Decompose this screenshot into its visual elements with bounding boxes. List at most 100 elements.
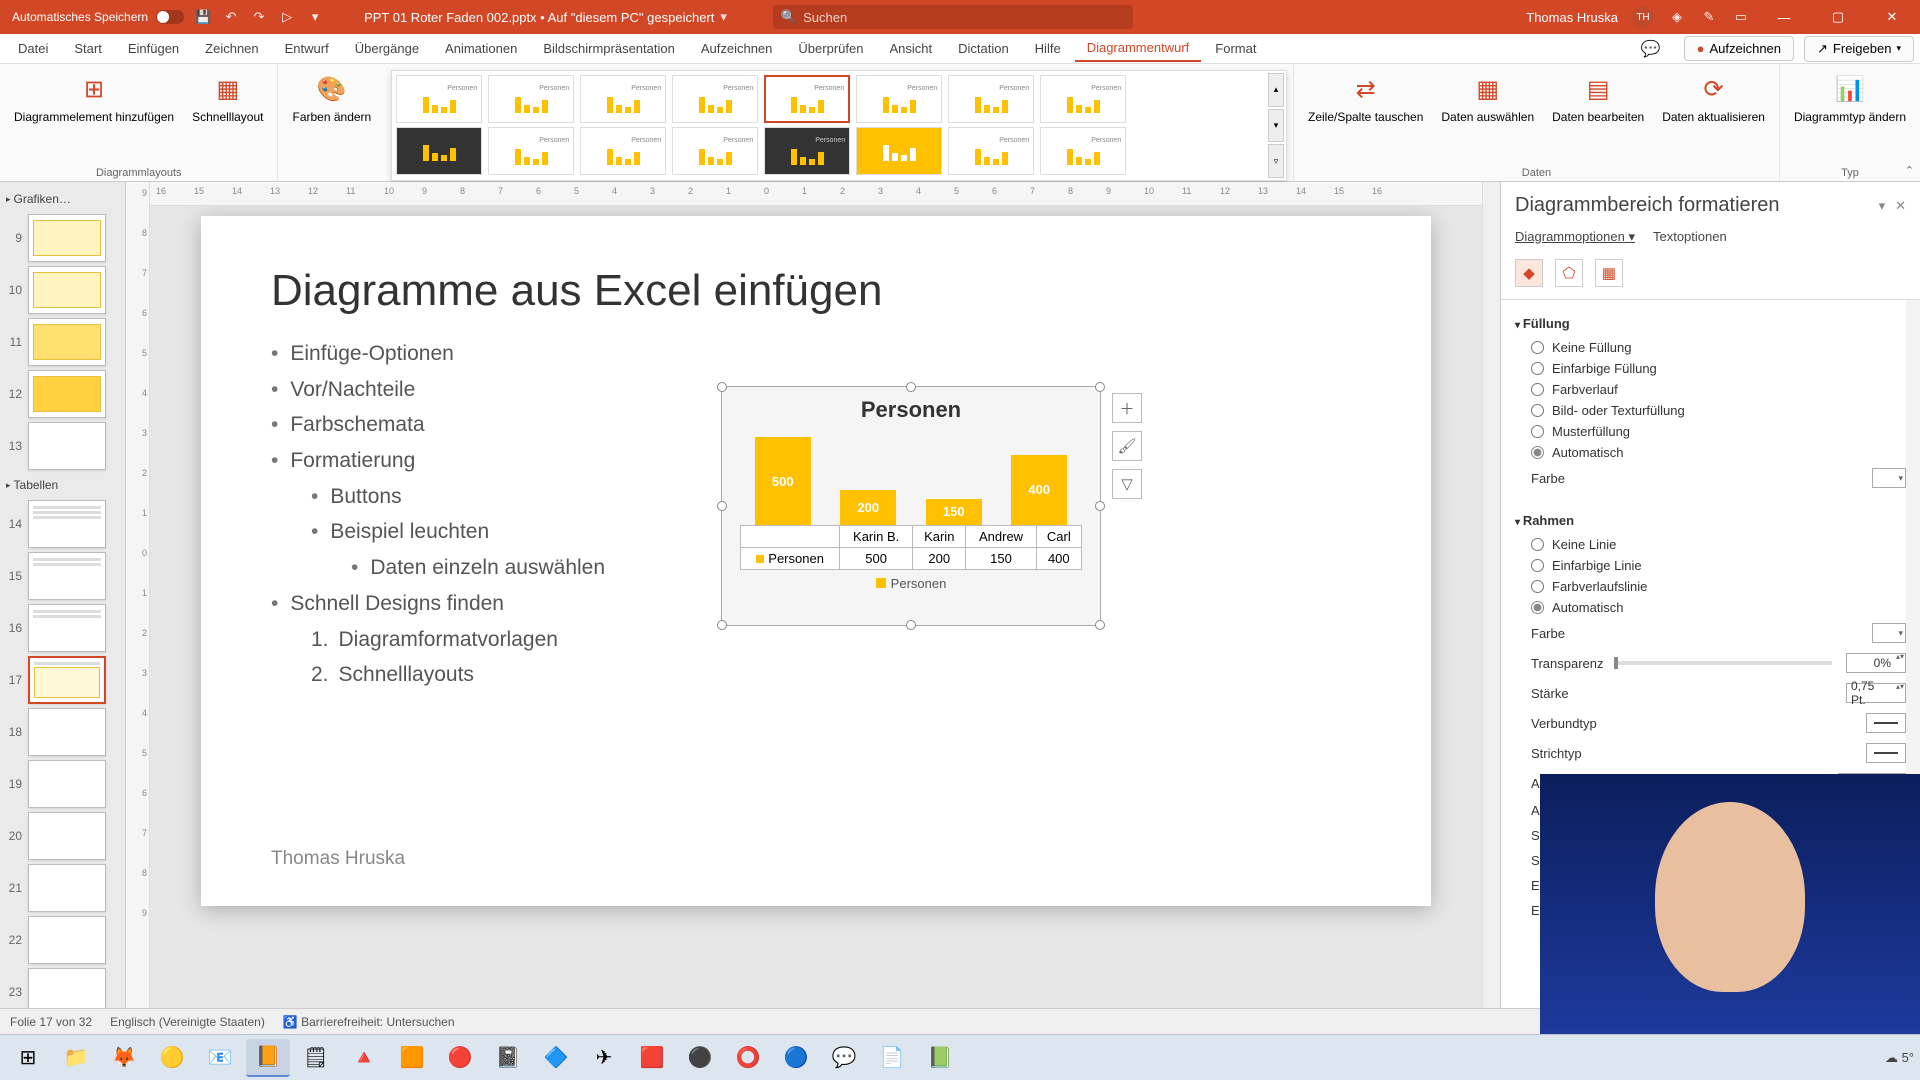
- chart-title[interactable]: Personen: [722, 387, 1100, 429]
- search-box[interactable]: 🔍: [773, 5, 1133, 29]
- border-gradient-radio[interactable]: [1531, 580, 1544, 593]
- app-icon-3[interactable]: 🔴: [438, 1039, 482, 1077]
- fill-solid-radio[interactable]: [1531, 362, 1544, 375]
- thumb-22[interactable]: [28, 916, 106, 964]
- language-indicator[interactable]: Englisch (Vereinigte Staaten): [110, 1015, 265, 1029]
- section-grafiken[interactable]: Grafiken…: [4, 188, 121, 210]
- chart-styles-button[interactable]: 🖌: [1112, 431, 1142, 461]
- tab-diagrammentwurf[interactable]: Diagrammentwurf: [1075, 35, 1202, 62]
- tab-format[interactable]: Format: [1203, 36, 1268, 61]
- selection-handle[interactable]: [717, 382, 727, 392]
- thumb-11[interactable]: [28, 318, 106, 366]
- tab-chart-options[interactable]: Diagrammoptionen ▾: [1515, 229, 1635, 245]
- collapse-ribbon-icon[interactable]: ⌃: [1905, 164, 1914, 177]
- tab-aufzeichnen[interactable]: Aufzeichnen: [689, 36, 785, 61]
- window-mode-icon[interactable]: ▭: [1732, 8, 1750, 26]
- border-header[interactable]: Rahmen: [1515, 507, 1906, 534]
- thumb-14[interactable]: [28, 500, 106, 548]
- chart-style-2[interactable]: Personen: [488, 75, 574, 123]
- section-tabellen[interactable]: Tabellen: [4, 474, 121, 496]
- selection-handle[interactable]: [1095, 620, 1105, 630]
- fill-auto-radio[interactable]: [1531, 446, 1544, 459]
- chart-style-14[interactable]: [856, 127, 942, 175]
- record-button[interactable]: ●Aufzeichnen: [1684, 36, 1794, 61]
- app-icon-9[interactable]: 📄: [870, 1039, 914, 1077]
- selection-handle[interactable]: [1095, 382, 1105, 392]
- diamond-icon[interactable]: ◈: [1668, 8, 1686, 26]
- from-beginning-icon[interactable]: ▷: [278, 8, 296, 26]
- save-icon[interactable]: 💾: [194, 8, 212, 26]
- selection-handle[interactable]: [906, 620, 916, 630]
- tab-dictation[interactable]: Dictation: [946, 36, 1021, 61]
- tab-start[interactable]: Start: [62, 36, 113, 61]
- chart-elements-button[interactable]: ＋: [1112, 393, 1142, 423]
- fill-none-radio[interactable]: [1531, 341, 1544, 354]
- chart-style-4[interactable]: Personen: [672, 75, 758, 123]
- app-icon-1[interactable]: 🗒: [294, 1039, 338, 1077]
- tab-uebergaenge[interactable]: Übergänge: [343, 36, 431, 61]
- tab-zeichnen[interactable]: Zeichnen: [193, 36, 270, 61]
- fill-header[interactable]: Füllung: [1515, 310, 1906, 337]
- change-colors-button[interactable]: 🎨 Farben ändern: [286, 68, 377, 128]
- chart-bar[interactable]: 150: [926, 499, 982, 525]
- switch-row-column-button[interactable]: ⇄Zeile/Spalte tauschen: [1302, 68, 1429, 128]
- fill-pattern-radio[interactable]: [1531, 425, 1544, 438]
- compound-picker[interactable]: [1866, 713, 1906, 733]
- system-tray[interactable]: ☁ 5°: [1885, 1050, 1914, 1066]
- excel-icon[interactable]: 📗: [918, 1039, 962, 1077]
- fill-color-picker[interactable]: [1872, 468, 1906, 488]
- chart-style-7[interactable]: Personen: [948, 75, 1034, 123]
- transparency-spin[interactable]: 0%: [1846, 653, 1906, 673]
- tab-ansicht[interactable]: Ansicht: [877, 36, 944, 61]
- chart-style-12[interactable]: Personen: [672, 127, 758, 175]
- tab-entwurf[interactable]: Entwurf: [273, 36, 341, 61]
- minimize-button[interactable]: —: [1764, 0, 1804, 34]
- chart-bar[interactable]: 500: [755, 437, 811, 525]
- thumb-18[interactable]: [28, 708, 106, 756]
- selection-handle[interactable]: [717, 620, 727, 630]
- slide-thumbnails[interactable]: Grafiken… 9 10 11 12 13 Tabellen 14 15 1…: [0, 182, 126, 1008]
- thumb-12[interactable]: [28, 370, 106, 418]
- thumb-16[interactable]: [28, 604, 106, 652]
- tab-ueberpruefen[interactable]: Überprüfen: [786, 36, 875, 61]
- tab-animationen[interactable]: Animationen: [433, 36, 529, 61]
- telegram-icon[interactable]: ✈: [582, 1039, 626, 1077]
- thumb-21[interactable]: [28, 864, 106, 912]
- chart-style-6[interactable]: Personen: [856, 75, 942, 123]
- chart-style-8[interactable]: Personen: [1040, 75, 1126, 123]
- chart-object[interactable]: Personen 500200150400 Karin B.KarinAndre…: [721, 386, 1101, 626]
- border-solid-radio[interactable]: [1531, 559, 1544, 572]
- search-input[interactable]: [803, 10, 1125, 25]
- chart-plot[interactable]: 500200150400: [722, 429, 1100, 525]
- app-icon-5[interactable]: ⚫: [678, 1039, 722, 1077]
- chart-style-3[interactable]: Personen: [580, 75, 666, 123]
- file-explorer-icon[interactable]: 📁: [54, 1039, 98, 1077]
- thumb-15[interactable]: [28, 552, 106, 600]
- selection-handle[interactable]: [1095, 501, 1105, 511]
- title-dropdown-icon[interactable]: ▾: [720, 9, 727, 25]
- tab-bildschirm[interactable]: Bildschirmpräsentation: [531, 36, 687, 61]
- chart-filter-button[interactable]: ▽: [1112, 469, 1142, 499]
- chart-style-9[interactable]: [396, 127, 482, 175]
- fill-gradient-radio[interactable]: [1531, 383, 1544, 396]
- share-button[interactable]: ↗Freigeben▾: [1804, 36, 1914, 62]
- toggle-switch[interactable]: [156, 10, 184, 24]
- slide-canvas[interactable]: Diagramme aus Excel einfügen Einfüge-Opt…: [150, 206, 1482, 1008]
- transparency-slider[interactable]: [1614, 661, 1833, 665]
- redo-icon[interactable]: ↷: [250, 8, 268, 26]
- tab-datei[interactable]: Datei: [6, 36, 60, 61]
- dash-picker[interactable]: [1866, 743, 1906, 763]
- chart-style-11[interactable]: Personen: [580, 127, 666, 175]
- chart-style-16[interactable]: Personen: [1040, 127, 1126, 175]
- quick-layout-button[interactable]: ▦ Schnelllayout: [186, 68, 269, 128]
- edit-data-button[interactable]: ▤Daten bearbeiten: [1546, 68, 1650, 128]
- vlc-icon[interactable]: 🔺: [342, 1039, 386, 1077]
- chart-bar[interactable]: 400: [1011, 455, 1067, 525]
- tab-einfuegen[interactable]: Einfügen: [116, 36, 191, 61]
- qat-more-icon[interactable]: ▾: [306, 8, 324, 26]
- app-icon-7[interactable]: 🔵: [774, 1039, 818, 1077]
- gallery-scroll[interactable]: ▴▾▿: [1268, 73, 1284, 178]
- thumb-20[interactable]: [28, 812, 106, 860]
- size-props-icon[interactable]: ▦: [1595, 259, 1623, 287]
- slide-title[interactable]: Diagramme aus Excel einfügen: [271, 266, 1361, 316]
